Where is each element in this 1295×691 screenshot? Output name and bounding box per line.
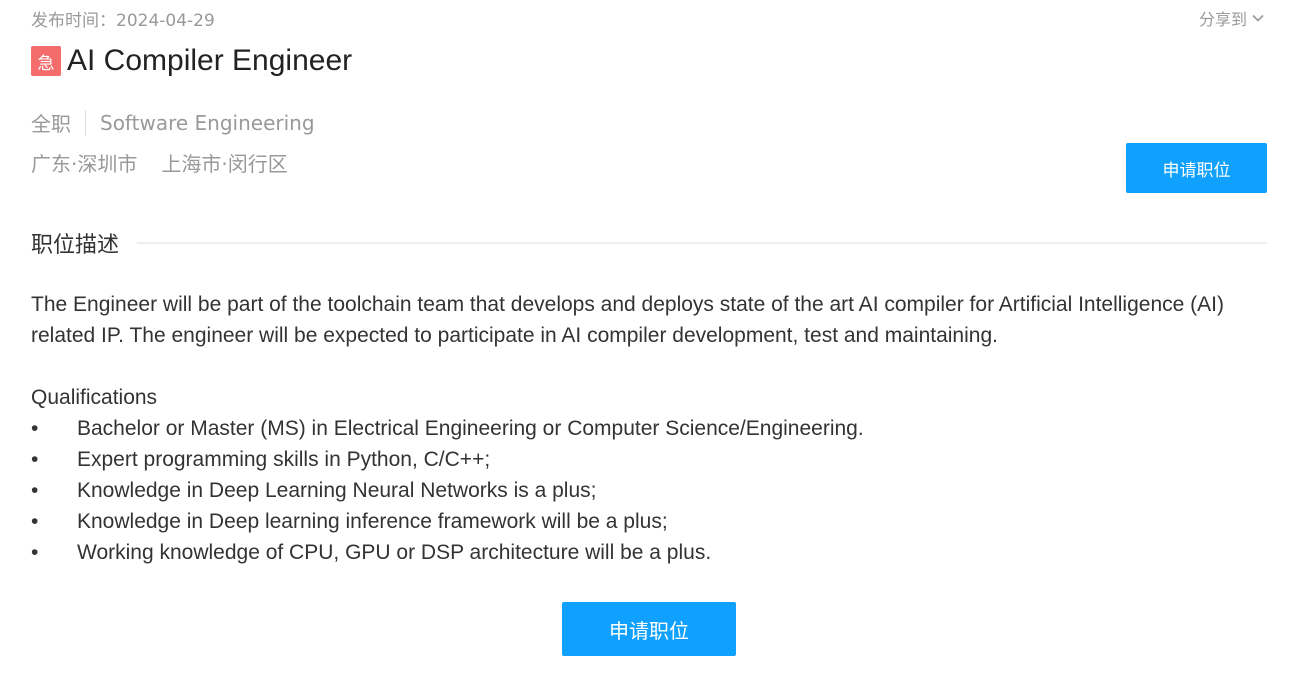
description-summary: The Engineer will be part of the toolcha… — [31, 293, 1224, 347]
list-item: • Expert programming skills in Python, C… — [31, 444, 1271, 475]
apply-button-bottom[interactable]: 申请职位 — [562, 602, 736, 656]
location-item: 上海市·闵行区 — [161, 152, 288, 176]
job-title: AI Compiler Engineer — [67, 44, 353, 77]
apply-button-top[interactable]: 申请职位 — [1126, 143, 1267, 193]
job-locations: 广东·深圳市 上海市·闵行区 — [31, 148, 288, 177]
section-heading: 职位描述 — [31, 233, 120, 258]
job-detail-page: 发布时间：2024-04-29 分享到 急 AI Compiler Engine… — [0, 0, 1295, 691]
qualification-text: Knowledge in Deep learning inference fra… — [77, 510, 668, 533]
qualifications-heading: Qualifications — [31, 386, 158, 409]
job-meta: 全职 Software Engineering — [31, 108, 315, 137]
publish-date: 发布时间：2024-04-29 — [31, 11, 215, 31]
qualifications-list: • Bachelor or Master (MS) in Electrical … — [31, 413, 1271, 568]
job-title-row: 急 AI Compiler Engineer — [31, 44, 352, 78]
location-item: 广东·深圳市 — [31, 152, 138, 176]
bullet: • — [31, 417, 39, 440]
meta-divider — [85, 109, 86, 136]
qualification-text: Working knowledge of CPU, GPU or DSP arc… — [77, 541, 712, 564]
job-category: Software Engineering — [100, 110, 315, 135]
urgent-badge: 急 — [31, 46, 61, 76]
bullet: • — [31, 541, 39, 564]
share-label: 分享到 — [1198, 10, 1247, 29]
section-divider — [137, 242, 1267, 244]
list-item: • Bachelor or Master (MS) in Electrical … — [31, 413, 1271, 444]
employment-type: 全职 — [31, 112, 71, 136]
qualification-text: Expert programming skills in Python, C/C… — [77, 448, 491, 471]
list-item: • Knowledge in Deep learning inference f… — [31, 506, 1271, 537]
share-dropdown[interactable]: 分享到 — [1199, 6, 1265, 30]
bullet: • — [31, 479, 39, 502]
qualification-text: Bachelor or Master (MS) in Electrical En… — [77, 417, 864, 440]
job-description: The Engineer will be part of the toolcha… — [31, 289, 1271, 568]
section-heading-row: 职位描述 — [31, 227, 1267, 259]
bullet: • — [31, 448, 39, 471]
list-item: • Working knowledge of CPU, GPU or DSP a… — [31, 537, 1271, 568]
qualification-text: Knowledge in Deep Learning Neural Networ… — [77, 479, 597, 502]
chevron-down-icon — [1251, 11, 1265, 25]
bullet: • — [31, 510, 39, 533]
list-item: • Knowledge in Deep Learning Neural Netw… — [31, 475, 1271, 506]
